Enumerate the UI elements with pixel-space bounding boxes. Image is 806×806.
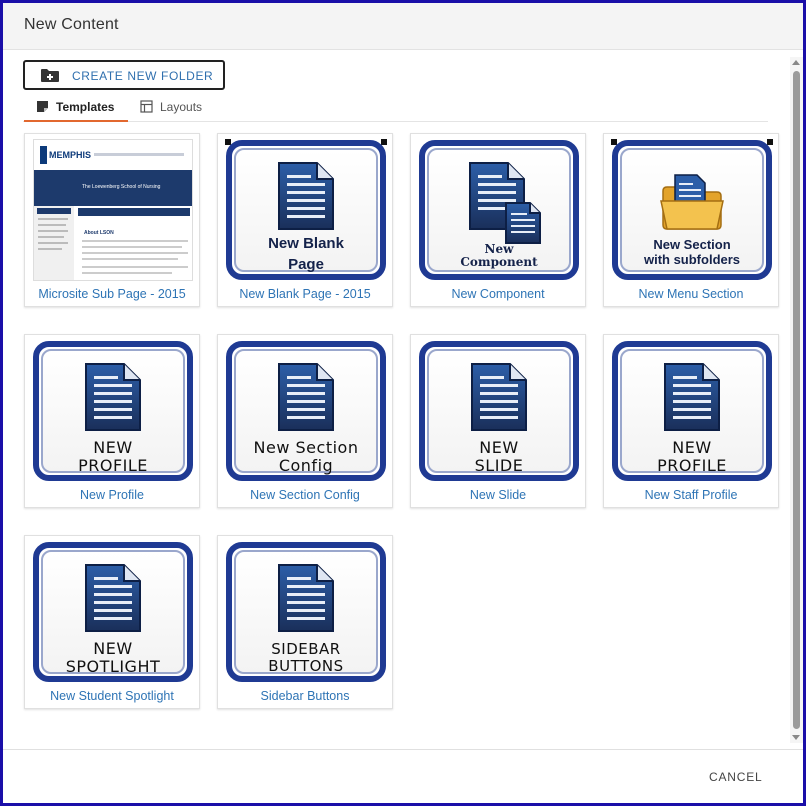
template-card-label: New Slide [469, 488, 527, 502]
thumb-text-line-2: PROFILE [78, 456, 148, 475]
microsite-logo: MEMPHIS [49, 150, 92, 160]
thumb-text-line-2: Page [288, 256, 324, 273]
thumb-text-line-1: NEW [93, 639, 133, 658]
template-card-label: Sidebar Buttons [260, 689, 350, 703]
document-icon [663, 362, 721, 437]
thumb-text-line-2: with subfolders [643, 252, 741, 267]
template-card-label: New Blank Page - 2015 [239, 287, 371, 301]
template-card-label: New Component [451, 287, 545, 301]
microsite-subheading: About LSON [84, 230, 114, 236]
document-icon [470, 362, 528, 437]
thumb-text-line-1: SIDEBAR [271, 640, 341, 658]
document-icon [277, 362, 335, 437]
template-thumbnail: NEW SLIDE [418, 340, 580, 482]
thumb-text-line-2: PROFILE [657, 456, 727, 475]
tab-layouts[interactable]: Layouts [128, 95, 218, 120]
new-content-dialog: New Content CREATE NEW FOLDER Templates … [0, 0, 806, 806]
template-card-new-menu-section[interactable]: New Section with subfolders New Menu Sec… [603, 133, 779, 307]
thumb-text-line-2: BUTTONS [268, 657, 344, 675]
add-folder-icon [40, 68, 60, 88]
template-thumbnail: NEW PROFILE [32, 340, 194, 482]
dialog-title: New Content [24, 16, 119, 33]
thumb-text-line-1: NEW [479, 438, 519, 457]
thumb-text-line-2: Config [278, 456, 334, 475]
template-card-label: New Student Spotlight [50, 689, 174, 703]
layout-icon [140, 100, 153, 116]
scroll-down-icon[interactable] [792, 735, 800, 740]
create-new-folder-label: CREATE NEW FOLDER [72, 69, 214, 83]
content-tabs: Templates Layouts [23, 95, 768, 122]
template-card-sidebar-buttons[interactable]: SIDEBAR BUTTONS Sidebar Buttons [217, 535, 393, 709]
thumb-text-line-1: NEW [672, 438, 712, 457]
template-thumbnail: New Section with subfolders [611, 139, 773, 281]
template-thumbnail: NEW SPOTLIGHT [32, 541, 194, 683]
tab-layouts-label: Layouts [160, 100, 203, 114]
thumb-text-line-1: NEW [93, 438, 133, 457]
thumb-text-line-1: New Section [253, 438, 359, 457]
template-card-new-student-spotlight[interactable]: NEW SPOTLIGHT New Student Spotlight [24, 535, 200, 709]
thumb-text-line-2: SPOTLIGHT [65, 657, 161, 676]
tab-templates-label: Templates [56, 100, 115, 114]
template-thumbnail: New Blank Page [225, 139, 387, 281]
template-card-new-component[interactable]: New Component New Component [410, 133, 586, 307]
document-icon [84, 362, 142, 437]
template-thumbnail: New Component [418, 139, 580, 281]
dialog-footer: CANCEL [3, 749, 803, 803]
cancel-button[interactable]: CANCEL [709, 770, 762, 784]
template-icon [36, 100, 49, 116]
template-thumbnail: New Section Config [225, 340, 387, 482]
template-thumbnail: SIDEBAR BUTTONS [225, 541, 387, 683]
folder-icon [657, 171, 727, 238]
template-card-new-section-config[interactable]: New Section Config New Section Config [217, 334, 393, 508]
document-icon [277, 161, 335, 236]
template-card-label: New Section Config [250, 488, 360, 502]
template-card-label: New Profile [80, 488, 144, 502]
tab-templates[interactable]: Templates [24, 95, 128, 122]
template-card-label: Microsite Sub Page - 2015 [38, 287, 186, 301]
vertical-scrollbar[interactable] [790, 57, 803, 743]
thumb-text-line-1: New Section [653, 237, 731, 252]
microsite-heading: The Loewenberg School of Nursing [82, 184, 161, 190]
thumb-text-line-1: New Blank [268, 235, 344, 252]
template-thumbnail: NEW PROFILE [611, 340, 773, 482]
document-icon [84, 563, 142, 638]
thumb-text-line-2: SLIDE [474, 456, 524, 475]
thumb-text-line-2: Component [460, 255, 538, 269]
scroll-up-icon[interactable] [792, 60, 800, 65]
template-card-new-staff-profile[interactable]: NEW PROFILE New Staff Profile [603, 334, 779, 508]
template-card-label: New Staff Profile [644, 488, 738, 502]
create-new-folder-button[interactable]: CREATE NEW FOLDER [23, 60, 225, 90]
scrollbar-thumb[interactable] [793, 71, 800, 729]
template-card-new-profile[interactable]: NEW PROFILE New Profile [24, 334, 200, 508]
template-card-new-slide[interactable]: NEW SLIDE New Slide [410, 334, 586, 508]
template-card-label: New Menu Section [638, 287, 744, 301]
template-card-new-blank-page[interactable]: New Blank Page New Blank Page - 2015 [217, 133, 393, 307]
dialog-titlebar: New Content [3, 3, 803, 50]
microsite-thumbnail: MEMPHIS The Loewenberg School of Nursing… [33, 139, 193, 281]
template-card-microsite-sub-page[interactable]: MEMPHIS The Loewenberg School of Nursing… [24, 133, 200, 307]
document-icon [277, 563, 335, 638]
